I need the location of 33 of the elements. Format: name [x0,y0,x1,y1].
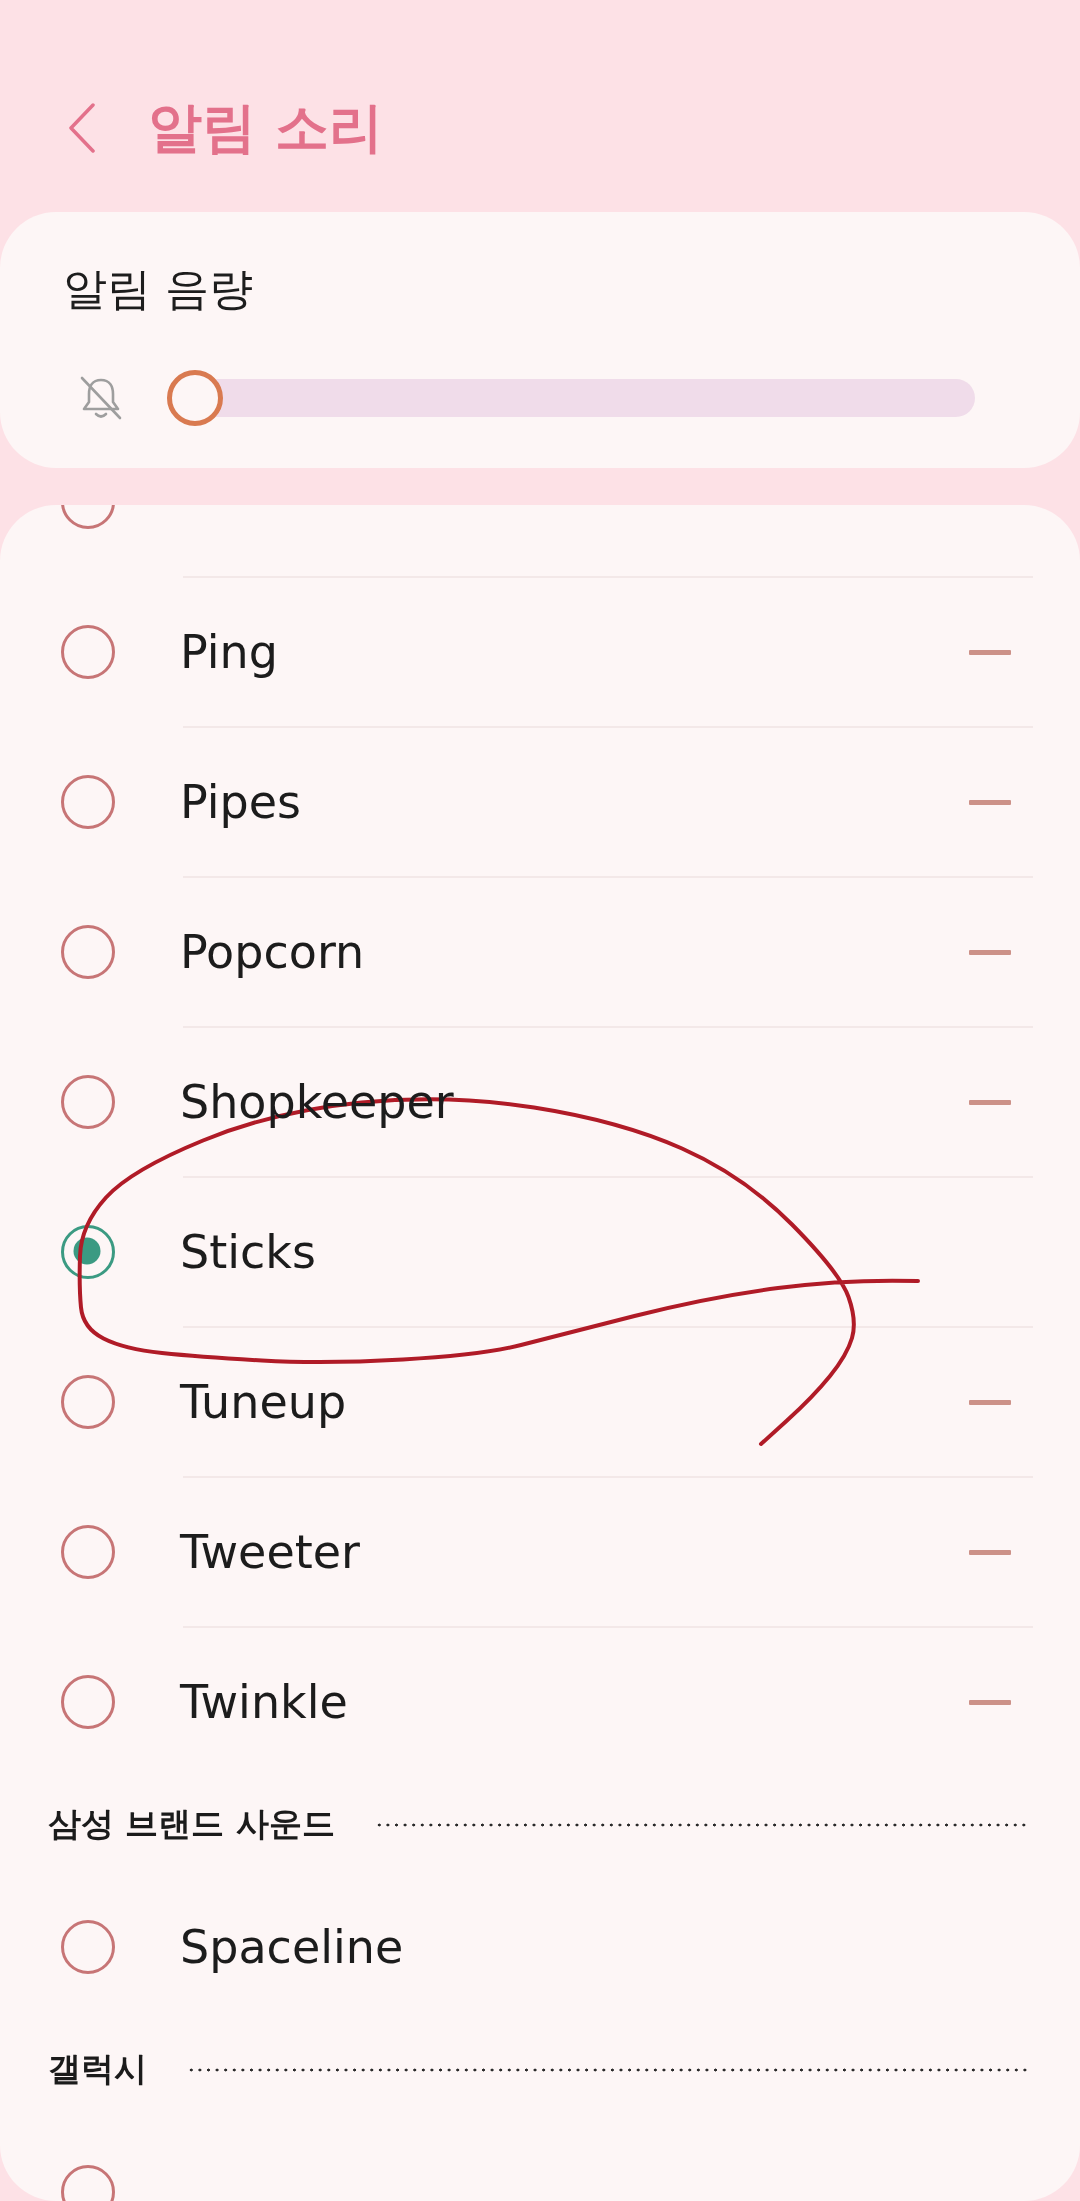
radio-button[interactable] [61,625,115,679]
bell-off-icon [79,375,123,421]
minus-icon[interactable] [969,799,1011,805]
sound-name[interactable]: Spaceline [180,1920,404,1974]
minus-icon[interactable] [969,1099,1011,1105]
radio-button[interactable] [61,1225,115,1279]
slider-thumb[interactable] [167,370,223,426]
radio-button[interactable] [61,775,115,829]
section-header: 삼성 브랜드 사운드 [48,1803,335,1845]
radio-button[interactable] [61,925,115,979]
sound-name[interactable]: Tweeter [180,1525,360,1579]
radio-button[interactable] [61,1675,115,1729]
sound-name[interactable]: Twinkle [180,1675,348,1729]
back-icon [68,103,96,153]
sound-name[interactable]: Pipes [180,775,301,829]
sound-name[interactable]: Sticks [180,1225,316,1279]
sound-name[interactable]: Tuneup [180,1375,347,1429]
minus-icon[interactable] [969,649,1011,655]
radio-button[interactable] [61,1375,115,1429]
section-header: 갤럭시 [48,2048,147,2090]
sound-name[interactable]: Ping [180,625,278,679]
radio-button[interactable] [61,1525,115,1579]
back-button[interactable] [66,102,98,154]
minus-icon[interactable] [969,1699,1011,1705]
sound-name[interactable]: Popcorn [180,925,365,979]
minus-icon[interactable] [969,1549,1011,1555]
radio-button[interactable] [61,1920,115,1974]
page-title: 알림 소리 [148,95,383,161]
radio-button[interactable] [61,1075,115,1129]
volume-slider[interactable] [167,370,975,426]
minus-icon[interactable] [969,949,1011,955]
minus-icon[interactable] [969,1399,1011,1405]
volume-label: 알림 음량 [63,262,253,316]
